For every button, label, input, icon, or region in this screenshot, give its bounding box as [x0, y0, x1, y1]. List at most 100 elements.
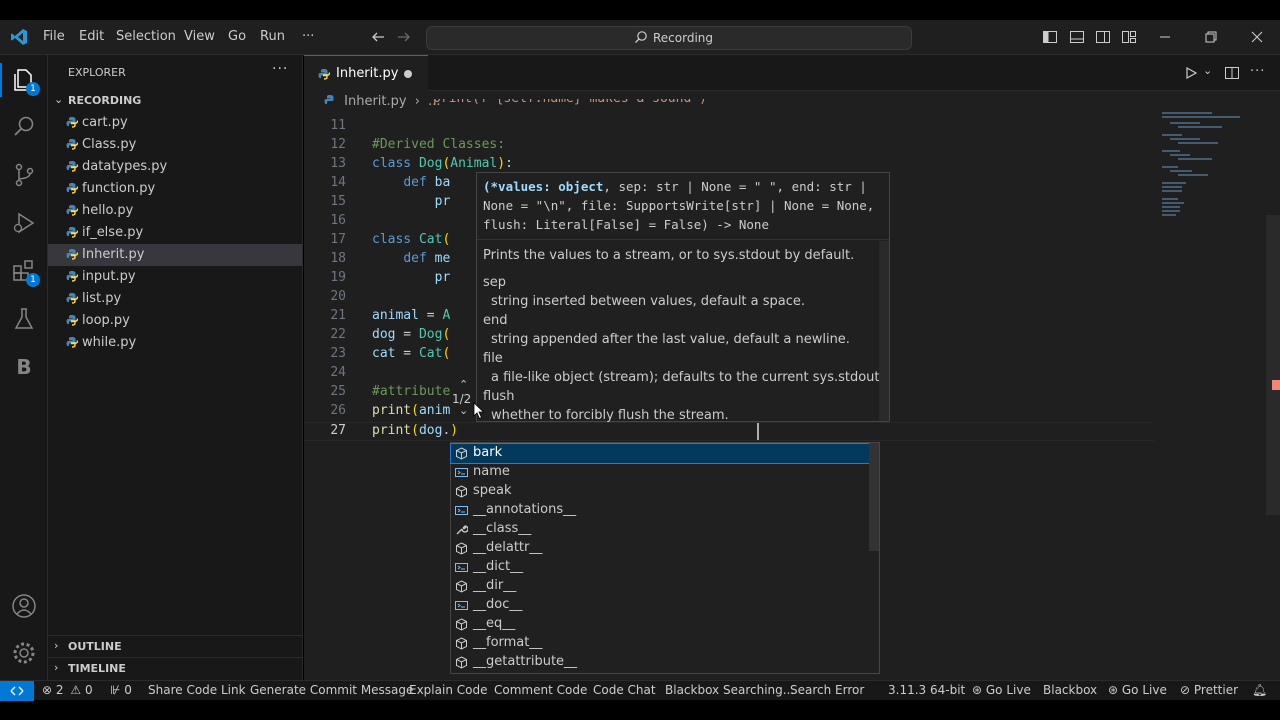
- folder-header[interactable]: ⌄ RECORDING: [48, 90, 302, 112]
- back-arrow-icon[interactable]: [370, 29, 386, 49]
- source-control-icon[interactable]: [10, 161, 38, 189]
- suggestion-item[interactable]: name: [451, 463, 869, 482]
- notifications-bell-icon[interactable]: 🔔︎: [1252, 683, 1267, 697]
- doc-param-sep: sep: [483, 275, 507, 290]
- run-debug-icon[interactable]: [10, 209, 38, 237]
- split-editor-icon[interactable]: [1224, 65, 1240, 85]
- file-name: list.py: [82, 291, 122, 306]
- file-item[interactable]: cart.py: [48, 112, 302, 134]
- python-file-icon: [66, 226, 79, 242]
- status-blackbox[interactable]: Blackbox: [1043, 683, 1097, 697]
- chevron-down-icon[interactable]: ⌄: [459, 404, 468, 417]
- status-share-code-link[interactable]: Share Code Link: [148, 683, 246, 697]
- menu-selection[interactable]: Selection: [116, 29, 176, 44]
- status-prettier[interactable]: ⊘ Prettier: [1180, 683, 1238, 697]
- menu-more[interactable]: ···: [302, 29, 314, 44]
- signature-text: (*values: object, sep: str | None = " ",…: [483, 177, 885, 234]
- problems-indicator[interactable]: ⊗ 2 ⚠ 0: [42, 683, 93, 697]
- line-number: 27: [330, 423, 346, 438]
- minimize-icon[interactable]: [1158, 29, 1172, 49]
- status-generate-commit[interactable]: Generate Commit Message: [250, 683, 413, 697]
- search-view-icon[interactable]: [10, 113, 38, 141]
- suggestion-item[interactable]: __getattribute__: [451, 653, 869, 672]
- suggestion-item[interactable]: __delattr__: [451, 539, 869, 558]
- timeline-section[interactable]: › TIMELINE: [48, 657, 302, 679]
- status-code-chat[interactable]: Code Chat: [593, 683, 656, 697]
- status-comment-code[interactable]: Comment Code: [494, 683, 587, 697]
- file-item[interactable]: Inherit.py: [48, 244, 302, 266]
- code-line[interactable]: 27 print(dog.): [304, 422, 1154, 441]
- run-python-file-icon[interactable]: [1184, 66, 1198, 84]
- toggle-primary-sidebar-icon[interactable]: [1042, 29, 1058, 49]
- suggestion-scrollbar[interactable]: [869, 443, 879, 551]
- status-blackbox-searching[interactable]: Blackbox Searching...: [665, 683, 794, 697]
- editor-more-actions-icon[interactable]: ···: [1250, 64, 1265, 79]
- file-item[interactable]: function.py: [48, 178, 302, 200]
- suggestion-label: __annotations__: [473, 502, 577, 517]
- unsaved-dot-icon[interactable]: [404, 70, 412, 78]
- file-item[interactable]: loop.py: [48, 310, 302, 332]
- run-dropdown-chevron-icon[interactable]: ⌄: [1203, 64, 1212, 77]
- file-item[interactable]: Class.py: [48, 134, 302, 156]
- close-window-icon[interactable]: [1250, 29, 1264, 49]
- file-item[interactable]: if_else.py: [48, 222, 302, 244]
- menu-run[interactable]: Run: [260, 29, 285, 44]
- activity-bar: 1 1 B: [0, 55, 48, 680]
- python-file-icon: [66, 336, 79, 352]
- code-line[interactable]: 12 #Derived Classes:: [304, 137, 1164, 156]
- line-number: 13: [330, 156, 346, 171]
- suggestion-item[interactable]: __class__: [451, 520, 869, 539]
- remote-icon: [10, 686, 24, 696]
- outline-section[interactable]: › OUTLINE: [48, 635, 302, 657]
- command-center-search[interactable]: Recording: [426, 26, 912, 50]
- file-item[interactable]: hello.py: [48, 200, 302, 222]
- remote-indicator[interactable]: [0, 681, 34, 701]
- chevron-up-icon[interactable]: ⌃: [459, 378, 468, 391]
- code-text: cat = Cat(: [372, 346, 451, 361]
- extensions-icon[interactable]: 1: [10, 257, 40, 287]
- minimap[interactable]: [1162, 110, 1262, 220]
- suggestion-item[interactable]: __dir__: [451, 577, 869, 596]
- suggestion-item[interactable]: __dict__: [451, 558, 869, 577]
- customize-layout-icon[interactable]: [1121, 29, 1137, 49]
- code-text: #Derived Classes:: [372, 137, 506, 152]
- active-indicator: [0, 63, 2, 97]
- vertical-scrollbar[interactable]: [1266, 215, 1280, 515]
- menu-go[interactable]: Go: [228, 29, 246, 44]
- suggestion-item[interactable]: __eq__: [451, 615, 869, 634]
- suggestion-item[interactable]: speak: [451, 482, 869, 501]
- menu-edit[interactable]: Edit: [79, 29, 104, 44]
- hover-scrollbar[interactable]: [879, 241, 889, 421]
- explorer-icon[interactable]: 1: [10, 66, 40, 96]
- code-line[interactable]: 11: [304, 118, 1164, 137]
- status-go-live-2[interactable]: ⊛ Go Live: [1108, 683, 1167, 697]
- blackbox-icon[interactable]: B: [10, 353, 38, 381]
- file-item[interactable]: input.py: [48, 266, 302, 288]
- accounts-icon[interactable]: [10, 592, 38, 620]
- file-item[interactable]: while.py: [48, 332, 302, 354]
- python-interpreter[interactable]: 3.11.3 64-bit: [888, 683, 965, 697]
- suggestion-item[interactable]: __format__: [451, 634, 869, 653]
- testing-icon[interactable]: [10, 305, 38, 333]
- status-explain-code[interactable]: Explain Code: [409, 683, 487, 697]
- ports-indicator[interactable]: ⊮ 0: [110, 683, 132, 697]
- forward-arrow-icon[interactable]: [396, 29, 412, 49]
- status-search-error[interactable]: Search Error: [790, 683, 864, 697]
- code-text: def ba: [403, 175, 451, 190]
- settings-gear-icon[interactable]: [10, 639, 38, 667]
- tab-inherit-py[interactable]: Inherit.py: [304, 55, 428, 91]
- file-item[interactable]: datatypes.py: [48, 156, 302, 178]
- suggestion-item[interactable]: __annotations__: [451, 501, 869, 520]
- status-go-live-1[interactable]: ⊛ Go Live: [972, 683, 1031, 697]
- python-file-icon: [66, 204, 79, 220]
- restore-icon[interactable]: [1204, 29, 1218, 49]
- suggestion-item[interactable]: __doc__: [451, 596, 869, 615]
- menu-file[interactable]: File: [43, 29, 65, 44]
- toggle-panel-icon[interactable]: [1069, 29, 1085, 49]
- explorer-more-button[interactable]: ···: [272, 61, 288, 77]
- file-item[interactable]: list.py: [48, 288, 302, 310]
- toggle-secondary-sidebar-icon[interactable]: [1095, 29, 1111, 49]
- suggestion-item[interactable]: bark: [450, 443, 870, 464]
- code-text: dog = Dog(: [372, 327, 451, 342]
- menu-view[interactable]: View: [184, 29, 215, 44]
